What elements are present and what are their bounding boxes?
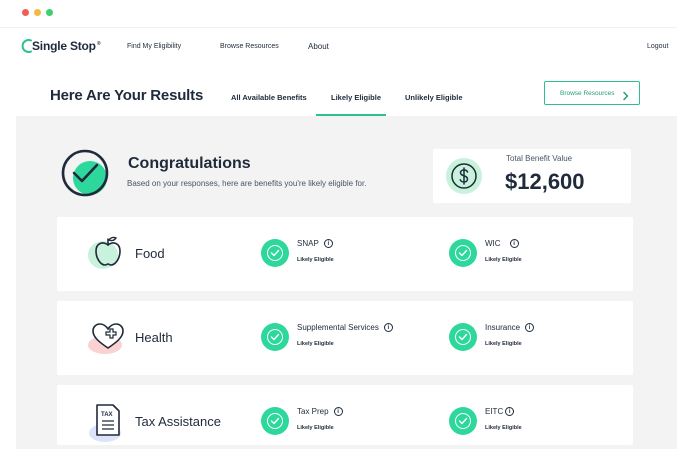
info-icon[interactable]: i [383, 323, 393, 332]
chevron-right-icon [622, 88, 630, 106]
window-controls [22, 9, 53, 16]
nav-link-about[interactable]: About [308, 42, 329, 51]
category-card-health: Health Supplemental Services i Likely Eli… [57, 301, 633, 375]
benefit-name-row: Insurance i [485, 323, 535, 332]
info-icon[interactable]: i [509, 239, 519, 248]
browse-resources-button[interactable]: Browse Resources [544, 81, 640, 105]
minimize-window-dot[interactable] [34, 9, 41, 16]
logo[interactable]: Single Stop® [20, 38, 101, 54]
tab-likely-eligible[interactable]: Likely Eligible [331, 93, 381, 102]
info-icon[interactable]: i [333, 407, 343, 416]
page-title: Here Are Your Results [50, 87, 204, 104]
benefit-status: Likely Eligible [485, 341, 522, 347]
benefit-status: Likely Eligible [297, 257, 334, 263]
check-circle-icon [261, 239, 289, 267]
logo-mark-icon [20, 38, 34, 54]
benefit-name: Tax Prep [297, 407, 329, 416]
info-icon[interactable]: i [323, 239, 333, 248]
benefit-name-row: Tax Prep i [297, 407, 343, 416]
tab-unlikely-eligible[interactable]: Unlikely Eligible [405, 93, 463, 102]
check-circle-icon [449, 323, 477, 351]
category-card-tax-assistance: TAX Tax Assistance Tax Prep i Likely Elig… [57, 385, 633, 445]
congratulations-subtitle: Based on your responses, here are benefi… [127, 179, 367, 188]
total-benefit-value: $12,600 [505, 169, 585, 194]
success-check-icon [60, 148, 110, 198]
browse-resources-button-label: Browse Resources [560, 89, 615, 97]
category-card-food: Food SNAP i Likely Eligible WIC i Likely E… [57, 217, 633, 291]
dollar-icon [446, 158, 482, 194]
category-name-food: Food [135, 246, 165, 261]
benefit-name: WIC [485, 239, 501, 248]
nav-link-find-my-eligibility[interactable]: Find My Eligibility [127, 43, 181, 50]
maximize-window-dot[interactable] [46, 9, 53, 16]
check-circle-icon [449, 239, 477, 267]
svg-text:TAX: TAX [101, 412, 113, 418]
nav-link-browse-resources[interactable]: Browse Resources [220, 43, 279, 50]
benefit-status: Likely Eligible [485, 425, 522, 431]
benefit-name-row: Supplemental Services i [297, 323, 393, 332]
check-circle-icon [261, 323, 289, 351]
benefit-name-row: EITC i [485, 407, 515, 416]
category-name-tax-assistance: Tax Assistance [135, 414, 221, 429]
category-name-health: Health [135, 330, 173, 345]
benefit-status: Likely Eligible [297, 341, 334, 347]
tax-document-icon: TAX [85, 399, 131, 445]
logout-link[interactable]: Logout [647, 43, 668, 50]
total-benefit-card: Total Benefit Value $12,600 [433, 149, 631, 203]
congratulations-heading: Congratulations [128, 155, 251, 172]
total-benefit-label: Total Benefit Value [506, 154, 573, 163]
benefit-name: Supplemental Services [297, 323, 379, 332]
top-nav: Single Stop® Find My Eligibility Browse … [0, 28, 677, 66]
logo-text: Single Stop® [32, 39, 101, 53]
tab-all-available-benefits[interactable]: All Available Benefits [231, 93, 307, 102]
results-header: Here Are Your Results All Available Bene… [0, 66, 677, 116]
benefit-status: Likely Eligible [485, 257, 522, 263]
info-icon[interactable]: i [525, 323, 535, 332]
apple-icon [85, 231, 131, 277]
check-circle-icon [261, 407, 289, 435]
check-circle-icon [449, 407, 477, 435]
info-icon[interactable]: i [505, 407, 515, 416]
benefit-status: Likely Eligible [297, 425, 334, 431]
benefit-name-row: SNAP i [297, 239, 333, 248]
benefit-name: EITC [485, 407, 504, 416]
close-window-dot[interactable] [22, 9, 29, 16]
heart-plus-icon [85, 315, 131, 361]
benefit-name-row: WIC i [485, 239, 519, 248]
benefit-name: SNAP [297, 239, 319, 248]
benefit-name: Insurance [485, 323, 521, 332]
